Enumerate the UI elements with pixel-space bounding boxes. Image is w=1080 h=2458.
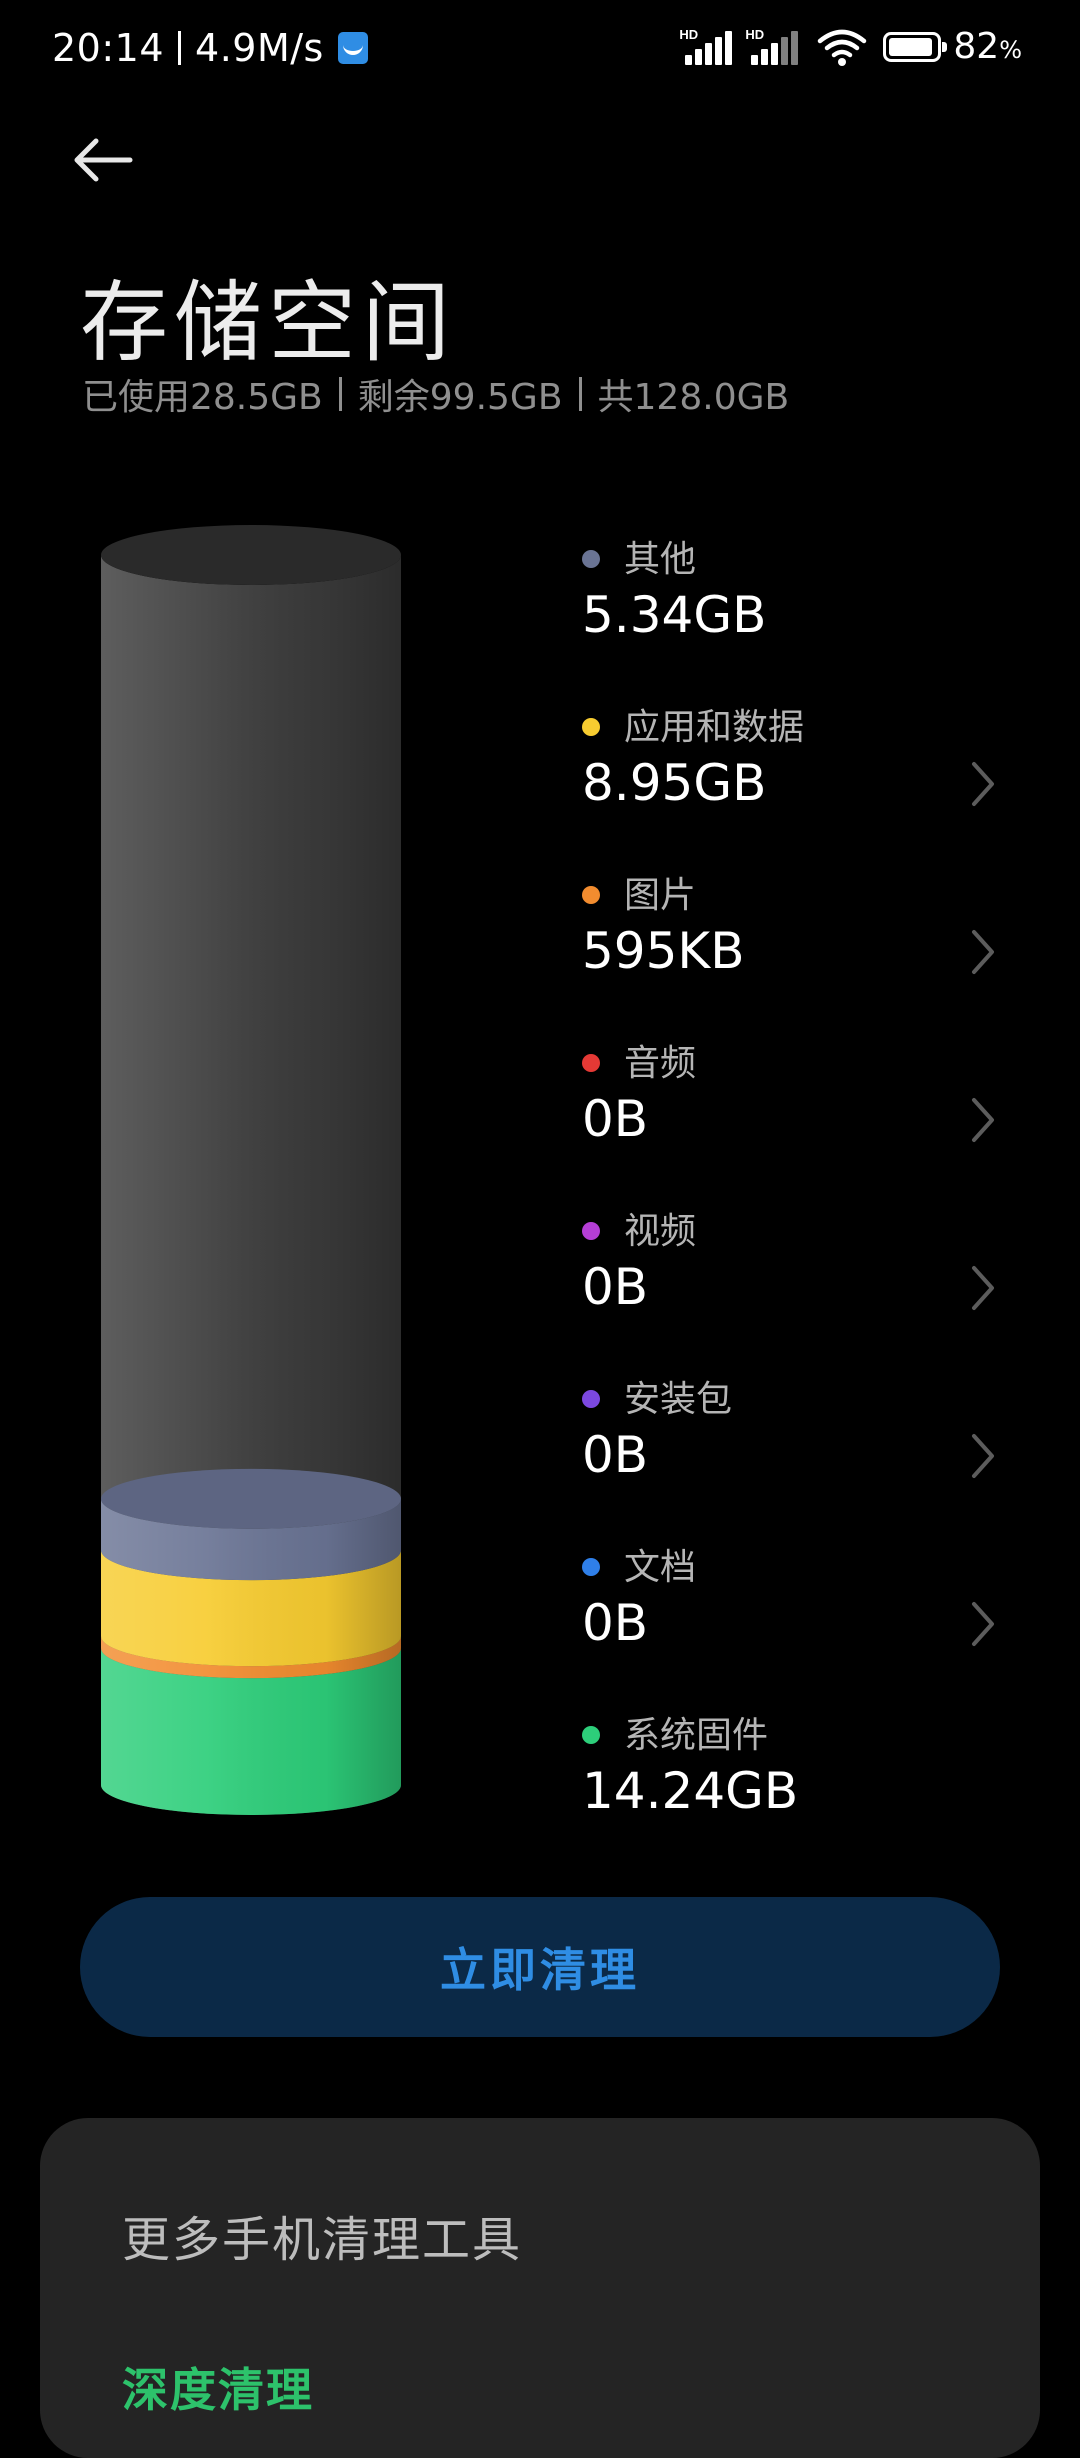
arrow-left-icon (74, 138, 133, 182)
legend-value: 0B (582, 1594, 649, 1652)
storage-cylinder-chart (96, 520, 406, 1820)
free-storage: 剩余99.5GB (357, 377, 563, 418)
legend-label: 图片 (624, 875, 697, 916)
used-storage: 已使用28.5GB (82, 377, 323, 418)
legend-value: 5.34GB (582, 586, 767, 644)
storage-summary: 已使用28.5GB 剩余99.5GB 共128.0GB (82, 368, 789, 420)
legend-label: 系统固件 (624, 1715, 769, 1756)
total-storage: 共128.0GB (597, 377, 790, 418)
chevron-right-icon[interactable] (962, 1092, 1002, 1148)
legend-value: 0B (582, 1258, 649, 1316)
storage-cylinder-svg (101, 525, 401, 1815)
page-title: 存储空间 (80, 271, 457, 374)
status-left: 20:14 4.9M/s (52, 26, 368, 70)
status-right: HD HD 82% (679, 26, 1022, 67)
legend-item: 其他 5.34GB (582, 530, 1002, 698)
clean-now-button[interactable]: 立即清理 (80, 1897, 1000, 2037)
battery-text: 82% (953, 26, 1022, 67)
deep-clean-link[interactable]: 深度清理 (122, 2354, 314, 2420)
legend-color-dot (582, 1390, 600, 1408)
chevron-right-icon[interactable] (962, 924, 1002, 980)
signal-icon: HD (679, 27, 735, 67)
signal-icon: HD (745, 27, 801, 67)
legend-color-dot (582, 550, 600, 568)
legend-value: 14.24GB (582, 1762, 799, 1820)
legend-value: 595KB (582, 922, 745, 980)
app-notification-icon (337, 32, 368, 64)
cylinder-top-cap (101, 525, 401, 585)
chevron-right-icon[interactable] (962, 1428, 1002, 1484)
battery-percent: 82 (953, 26, 1000, 67)
legend-color-dot (582, 1222, 600, 1240)
legend-label: 文档 (624, 1547, 697, 1588)
legend-value: 0B (582, 1426, 649, 1484)
legend-value: 8.95GB (582, 754, 767, 812)
legend-label: 其他 (624, 539, 697, 580)
tools-card: 更多手机清理工具 深度清理 (40, 2118, 1040, 2458)
legend-color-dot (582, 1558, 600, 1576)
status-bar: 20:14 4.9M/s HD HD 82% (0, 0, 1080, 100)
back-button[interactable] (72, 120, 162, 200)
legend-item: 系统固件 14.24GB (582, 1706, 1002, 1874)
legend-value: 0B (582, 1090, 649, 1148)
summary-separator (578, 377, 582, 411)
wifi-icon (817, 27, 867, 67)
legend-label: 音频 (624, 1043, 697, 1084)
legend-item[interactable]: 图片 595KB (582, 866, 1002, 1034)
legend-item[interactable]: 安装包 0B (582, 1370, 1002, 1538)
signal-hd-label: HD (679, 26, 699, 42)
legend-color-dot (582, 718, 600, 736)
chevron-right-icon[interactable] (962, 756, 1002, 812)
status-separator (178, 31, 182, 65)
legend-label: 视频 (624, 1211, 697, 1252)
legend-color-dot (582, 1054, 600, 1072)
legend-item[interactable]: 文档 0B (582, 1538, 1002, 1706)
legend-item[interactable]: 视频 0B (582, 1202, 1002, 1370)
status-time: 20:14 (52, 26, 165, 70)
legend-label: 应用和数据 (624, 707, 805, 748)
signal-hd-label: HD (745, 26, 765, 42)
battery-icon (883, 31, 948, 62)
tools-card-title: 更多手机清理工具 (122, 2212, 523, 2268)
chevron-right-icon[interactable] (962, 1260, 1002, 1316)
storage-legend: 其他 5.34GB 应用和数据 8.95GB 图片 595KB 音频 0B 视频 0B 安装包 0B 文… (582, 530, 1002, 1874)
summary-separator (338, 377, 342, 411)
legend-item[interactable]: 音频 0B (582, 1034, 1002, 1202)
legend-color-dot (582, 1726, 600, 1744)
legend-label: 安装包 (624, 1379, 733, 1420)
battery-unit: % (999, 36, 1022, 64)
chevron-right-icon[interactable] (962, 1596, 1002, 1652)
legend-item[interactable]: 应用和数据 8.95GB (582, 698, 1002, 866)
legend-color-dot (582, 886, 600, 904)
network-speed: 4.9M/s (195, 26, 324, 70)
